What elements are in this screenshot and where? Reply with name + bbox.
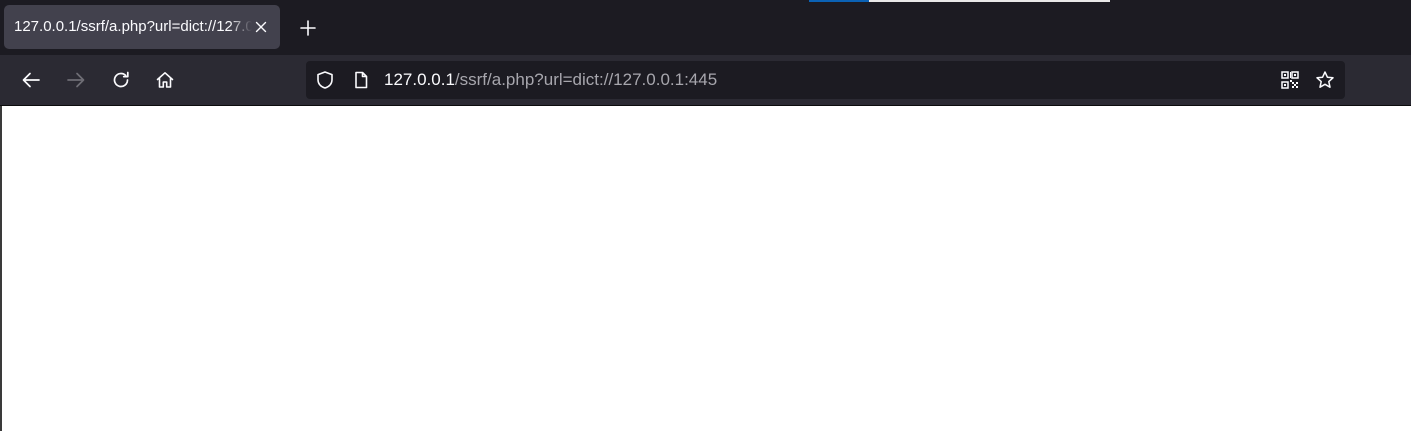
tab-title: 127.0.0.1/ssrf/a.php?url=dict://127.0.0.… bbox=[14, 18, 252, 35]
url-path: /ssrf/a.php?url=dict://127.0.0.1:445 bbox=[454, 70, 718, 89]
document-icon[interactable] bbox=[351, 70, 371, 90]
navigation-toolbar: 127.0.0.1/ssrf/a.php?url=dict://127.0.0.… bbox=[0, 55, 1411, 105]
home-icon bbox=[155, 70, 175, 90]
new-tab-button[interactable] bbox=[294, 14, 322, 42]
home-button[interactable] bbox=[150, 65, 180, 95]
star-icon[interactable] bbox=[1315, 70, 1335, 90]
url-text[interactable]: 127.0.0.1/ssrf/a.php?url=dict://127.0.0.… bbox=[384, 61, 717, 99]
back-button[interactable] bbox=[16, 65, 46, 95]
browser-window: 127.0.0.1/ssrf/a.php?url=dict://127.0.0.… bbox=[0, 0, 1411, 431]
back-arrow-icon bbox=[21, 70, 41, 90]
plus-icon bbox=[300, 20, 316, 36]
reload-button[interactable] bbox=[106, 65, 136, 95]
tabstrip-accent-blue bbox=[809, 0, 869, 2]
close-icon[interactable] bbox=[251, 17, 271, 37]
url-host: 127.0.0.1 bbox=[384, 70, 455, 89]
tabstrip-accent-light bbox=[869, 0, 1110, 2]
forward-arrow-icon bbox=[66, 70, 86, 90]
shield-icon[interactable] bbox=[315, 70, 335, 90]
page-content[interactable] bbox=[0, 106, 1411, 431]
forward-button[interactable] bbox=[61, 65, 91, 95]
tab-strip: 127.0.0.1/ssrf/a.php?url=dict://127.0.0.… bbox=[0, 0, 1411, 55]
window-left-edge bbox=[0, 106, 2, 431]
reload-icon bbox=[111, 70, 131, 90]
url-bar[interactable]: 127.0.0.1/ssrf/a.php?url=dict://127.0.0.… bbox=[306, 61, 1345, 99]
qr-code-icon[interactable] bbox=[1280, 70, 1300, 90]
tab-active[interactable]: 127.0.0.1/ssrf/a.php?url=dict://127.0.0.… bbox=[4, 5, 280, 49]
